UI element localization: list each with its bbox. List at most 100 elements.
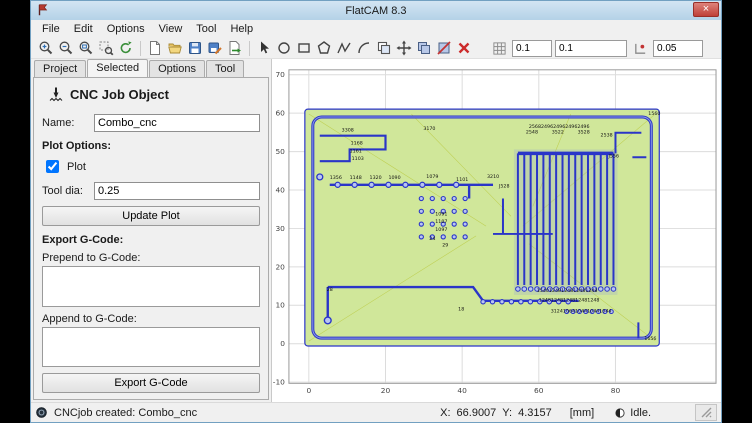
plot-checkbox-row: Plot	[42, 157, 260, 176]
svg-text:3522: 3522	[552, 130, 564, 136]
snap-max-toggle[interactable]	[630, 39, 650, 58]
circle-tool-icon	[276, 40, 292, 56]
menu-options[interactable]: Options	[100, 21, 152, 37]
export-image-button[interactable]	[225, 39, 245, 58]
svg-text:3170: 3170	[423, 126, 435, 132]
tab-project[interactable]: Project	[34, 60, 86, 77]
zoom-fit-button[interactable]	[76, 39, 96, 58]
draw-rectangle-button[interactable]	[294, 39, 314, 58]
move-object-button[interactable]	[394, 39, 414, 58]
select-tool-button[interactable]	[254, 39, 274, 58]
append-label: Append to G-Code:	[42, 313, 260, 325]
draw-path-button[interactable]	[334, 39, 354, 58]
plot-area[interactable]: 020406080706050403020100-10	[271, 59, 721, 402]
delete-object-button[interactable]	[454, 39, 474, 58]
new-project-button[interactable]	[145, 39, 165, 58]
draw-circle-button[interactable]	[274, 39, 294, 58]
toolbar-separator	[249, 41, 250, 56]
move-icon	[396, 40, 412, 56]
svg-text:18: 18	[458, 307, 464, 313]
tool-dia-input[interactable]	[94, 182, 260, 200]
svg-text:80: 80	[611, 386, 621, 395]
svg-text:1148: 1148	[350, 175, 362, 181]
draw-arc-button[interactable]	[354, 39, 374, 58]
svg-text:10: 10	[275, 301, 285, 310]
menu-file[interactable]: File	[35, 21, 67, 37]
corner-snap-icon	[633, 41, 648, 56]
zoom-in-button[interactable]	[36, 39, 56, 58]
grid-y-input[interactable]	[555, 40, 627, 57]
svg-text:30: 30	[275, 224, 285, 233]
svg-text:J556: J556	[607, 153, 619, 159]
close-button[interactable]: ×	[693, 2, 719, 17]
svg-text:20: 20	[275, 262, 285, 271]
plot-checkbox-label: Plot	[67, 161, 86, 173]
zoom-area-button[interactable]	[96, 39, 116, 58]
drill-bit-icon	[48, 86, 64, 102]
window-title: FlatCAM 8.3	[345, 5, 406, 17]
resize-grip[interactable]	[695, 404, 717, 421]
title-bar[interactable]: FlatCAM 8.3 ×	[31, 1, 721, 20]
replot-icon	[118, 40, 134, 56]
svg-text:31241064104410441044: 31241064104410441044	[551, 309, 612, 315]
svg-text:60: 60	[275, 109, 285, 118]
y-value: 4.3157	[518, 407, 552, 419]
name-label: Name:	[42, 117, 94, 129]
select-cursor-icon	[256, 40, 272, 56]
svg-text:1079: 1079	[426, 174, 438, 180]
open-project-button[interactable]	[165, 39, 185, 58]
tab-selected[interactable]: Selected	[87, 59, 148, 77]
menu-edit[interactable]: Edit	[67, 21, 100, 37]
snap-max-input[interactable]	[653, 40, 703, 57]
snap-settings	[489, 39, 703, 58]
save-project-button[interactable]	[185, 39, 205, 58]
draw-polygon-button[interactable]	[314, 39, 334, 58]
append-gcode-textarea[interactable]	[42, 327, 260, 368]
svg-text:3210: 3210	[487, 174, 499, 180]
name-input[interactable]	[94, 114, 260, 132]
svg-text:1107: 1107	[435, 219, 447, 225]
tab-tool[interactable]: Tool	[206, 60, 244, 77]
export-image-icon	[227, 40, 243, 56]
zoom-in-icon	[38, 40, 54, 56]
save-project-as-button[interactable]	[205, 39, 225, 58]
prepend-gcode-textarea[interactable]	[42, 266, 260, 307]
svg-text:20: 20	[381, 386, 391, 395]
svg-text:0: 0	[280, 339, 285, 348]
grid-x-input[interactable]	[512, 40, 552, 57]
export-gcode-button[interactable]: Export G-Code	[42, 373, 260, 393]
object-title: CNC Job Object	[70, 87, 169, 102]
geometry-union-button[interactable]	[414, 39, 434, 58]
svg-text:1103: 1103	[352, 156, 364, 162]
svg-text:1320: 1320	[370, 175, 382, 181]
svg-text:1090: 1090	[388, 175, 400, 181]
geometry-cut-button[interactable]	[434, 39, 454, 58]
zoom-fit-icon	[78, 40, 94, 56]
replot-button[interactable]	[116, 39, 136, 58]
svg-text:1560: 1560	[648, 111, 660, 117]
path-tool-icon	[336, 40, 352, 56]
zoom-area-icon	[98, 40, 114, 56]
svg-text:1356: 1356	[330, 175, 342, 181]
menu-tool[interactable]: Tool	[189, 21, 223, 37]
menu-help[interactable]: Help	[223, 21, 260, 37]
svg-text:1091: 1091	[435, 211, 447, 217]
update-plot-button[interactable]: Update Plot	[42, 206, 260, 226]
grid-icon	[492, 41, 507, 56]
svg-text:1656: 1656	[644, 336, 656, 342]
selected-tab-body: CNC Job Object Name: Plot Options: Plot …	[33, 77, 269, 400]
grid-snap-toggle[interactable]	[489, 39, 509, 58]
app-state: Idle.	[614, 407, 651, 419]
menu-view[interactable]: View	[152, 21, 190, 37]
export-gcode-header: Export G-Code:	[42, 234, 260, 246]
plot-checkbox[interactable]	[46, 160, 59, 173]
svg-text:1161: 1161	[350, 148, 362, 154]
zoom-out-button[interactable]	[56, 39, 76, 58]
svg-text:3528: 3528	[578, 130, 590, 136]
open-project-icon	[167, 40, 183, 56]
svg-text:15401248124812481248: 15401248124812481248	[537, 288, 598, 294]
tab-options[interactable]: Options	[149, 60, 205, 77]
zoom-out-icon	[58, 40, 74, 56]
copy-object-button[interactable]	[374, 39, 394, 58]
svg-text:60: 60	[534, 386, 544, 395]
